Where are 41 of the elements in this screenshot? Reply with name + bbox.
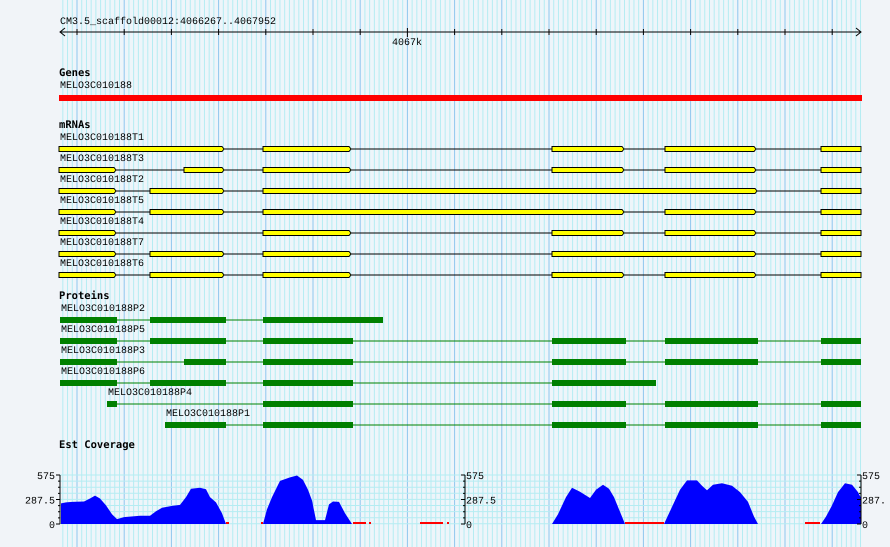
track-title: mRNAs	[59, 119, 91, 131]
zero-coverage-mark	[369, 522, 371, 524]
axis-label: 287.5	[466, 496, 496, 508]
y-axis	[460, 474, 466, 524]
zero-coverage-mark	[226, 522, 229, 524]
feature-label: MELO3C010188P1	[166, 409, 250, 420]
zero-coverage-mark	[420, 522, 443, 524]
feature-label: MELO3C010188	[60, 81, 132, 92]
axis-label: 0	[466, 521, 472, 532]
feature-label: MELO3C010188P3	[61, 346, 146, 357]
ruler-title: CM3.5_scaffold00012:4066267..4067952	[60, 17, 276, 28]
feature-label: MELO3C010188T1	[60, 133, 144, 144]
track-title: Est Coverage	[59, 439, 135, 451]
track-title: Proteins	[59, 290, 110, 302]
feature-label: MELO3C010188T6	[60, 259, 144, 270]
zero-coverage-mark	[261, 522, 263, 524]
axis-label: 0	[48, 521, 55, 532]
axis-label: 575	[862, 472, 880, 483]
zero-coverage-mark	[353, 522, 366, 524]
track-title: Genes	[59, 67, 91, 79]
feature-label: MELO3C010188T3	[60, 154, 144, 165]
feature-label: MELO3C010188T2	[60, 175, 144, 186]
ruler-tick-label: 4067k	[392, 38, 422, 49]
feature-label: MELO3C010188P5	[61, 325, 146, 336]
coverage-area	[821, 483, 861, 524]
axis-label: 287.5	[24, 496, 55, 508]
feature-label: MELO3C010188P4	[108, 388, 192, 399]
axis-label: 575	[466, 472, 484, 483]
axis-label: 0	[862, 521, 868, 532]
feature-label: MELO3C010188T7	[60, 238, 144, 249]
axis-label: 287.	[862, 496, 886, 508]
feature-label: MELO3C010188T5	[60, 196, 144, 207]
zero-coverage-mark	[447, 522, 449, 524]
feature-label: MELO3C010188T4	[60, 217, 144, 228]
zero-coverage-mark	[625, 522, 664, 524]
y-axis	[856, 474, 862, 524]
feature-label: MELO3C010188P6	[61, 367, 146, 378]
y-axis	[56, 474, 60, 524]
zero-coverage-mark	[805, 522, 820, 524]
feature-label: MELO3C010188P2	[61, 304, 146, 315]
axis-label: 575	[36, 472, 55, 483]
